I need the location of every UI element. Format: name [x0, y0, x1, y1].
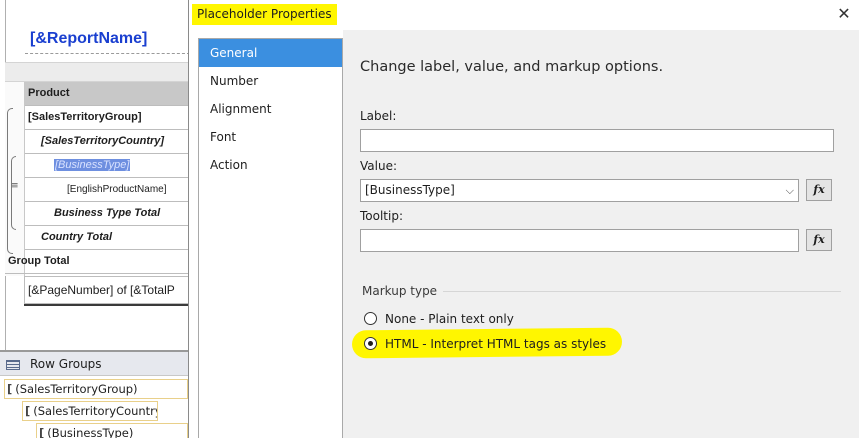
row-groups-header: Row Groups — [0, 352, 188, 376]
report-designer: [&ReportName] ≡ Product [SalesTerritoryG… — [0, 0, 188, 438]
label-field-label: Label: — [360, 109, 397, 123]
pane-heading: Change label, value, and markup options. — [360, 59, 664, 75]
table-row[interactable]: Business Type Total — [25, 202, 188, 226]
selected-placeholder[interactable]: [BusinessType] — [54, 159, 131, 171]
nav-item-number[interactable]: Number — [199, 67, 342, 95]
row-group-item[interactable]: [(SalesTerritoryCountry) — [22, 401, 158, 421]
value-combobox-text: [BusinessType] — [365, 183, 455, 197]
page-number-textbox[interactable]: [&PageNumber] of [&TotalP — [24, 276, 188, 304]
tooltip-expression-button[interactable]: fx — [806, 229, 832, 251]
table-row[interactable]: [EnglishProductName] — [25, 178, 188, 202]
nav-item-font[interactable]: Font — [199, 123, 342, 151]
column-header-strip — [5, 62, 188, 82]
row-groups-icon — [6, 359, 20, 370]
table-row[interactable]: [SalesTerritoryGroup] — [25, 106, 188, 130]
value-field-label: Value: — [360, 159, 397, 173]
group-bracket-icon: [ — [39, 426, 45, 438]
report-body-bottom-rule — [24, 304, 188, 306]
table-row[interactable]: Country Total — [25, 226, 188, 250]
table-row[interactable]: [SalesTerritoryCountry] — [25, 130, 188, 154]
row-group-item[interactable]: [(SalesTerritoryGroup) — [4, 379, 188, 399]
group-bracket-icon: [ — [7, 382, 13, 396]
markup-type-divider — [443, 291, 841, 292]
nav-item-general[interactable]: General — [199, 39, 342, 67]
tooltip-input[interactable] — [360, 229, 799, 252]
general-pane: Change label, value, and markup options.… — [343, 30, 859, 438]
placeholder-properties-dialog: Placeholder Properties ✕ General Number … — [188, 0, 859, 438]
tablix[interactable]: ≡ Product [SalesTerritoryGroup] [SalesTe… — [5, 82, 188, 304]
properties-nav: General Number Alignment Font Action — [198, 38, 343, 438]
dialog-titlebar[interactable]: Placeholder Properties ✕ — [189, 0, 859, 30]
row-handle-icon[interactable]: ≡ — [11, 182, 19, 191]
tooltip-field-label: Tooltip: — [360, 209, 404, 223]
nav-item-action[interactable]: Action — [199, 151, 342, 179]
label-input[interactable] — [360, 129, 834, 152]
group-bracket-icon: [ — [25, 404, 31, 418]
row-groups-pane: Row Groups [(SalesTerritoryGroup) [(Sale… — [0, 350, 188, 438]
table-row-selected[interactable]: [BusinessType] — [25, 154, 188, 178]
chevron-down-icon[interactable]: ⌵ — [786, 180, 794, 201]
markup-option-html[interactable]: HTML - Interpret HTML tags as styles — [351, 327, 623, 359]
radio-checked-icon[interactable] — [364, 337, 377, 350]
markup-option-html-label: HTML - Interpret HTML tags as styles — [385, 337, 607, 351]
report-name-textbox[interactable]: [&ReportName] — [25, 24, 188, 54]
radio-icon[interactable] — [364, 312, 377, 325]
table-header-product[interactable]: Product — [25, 82, 188, 106]
row-group-item[interactable]: [(BusinessType) — [36, 423, 188, 438]
table-row[interactable]: Group Total — [5, 250, 188, 274]
row-groups-title: Row Groups — [30, 357, 102, 371]
value-combobox[interactable]: [BusinessType] ⌵ — [360, 179, 799, 202]
markup-type-group-title: Markup type — [362, 284, 438, 298]
value-expression-button[interactable]: fx — [806, 179, 832, 201]
dialog-title: Placeholder Properties — [192, 4, 337, 25]
close-icon[interactable]: ✕ — [834, 4, 854, 24]
markup-option-none-label: None - Plain text only — [385, 312, 514, 326]
nav-item-alignment[interactable]: Alignment — [199, 95, 342, 123]
markup-option-none[interactable]: None - Plain text only — [364, 310, 514, 328]
group-bracket-business-type — [11, 156, 16, 230]
